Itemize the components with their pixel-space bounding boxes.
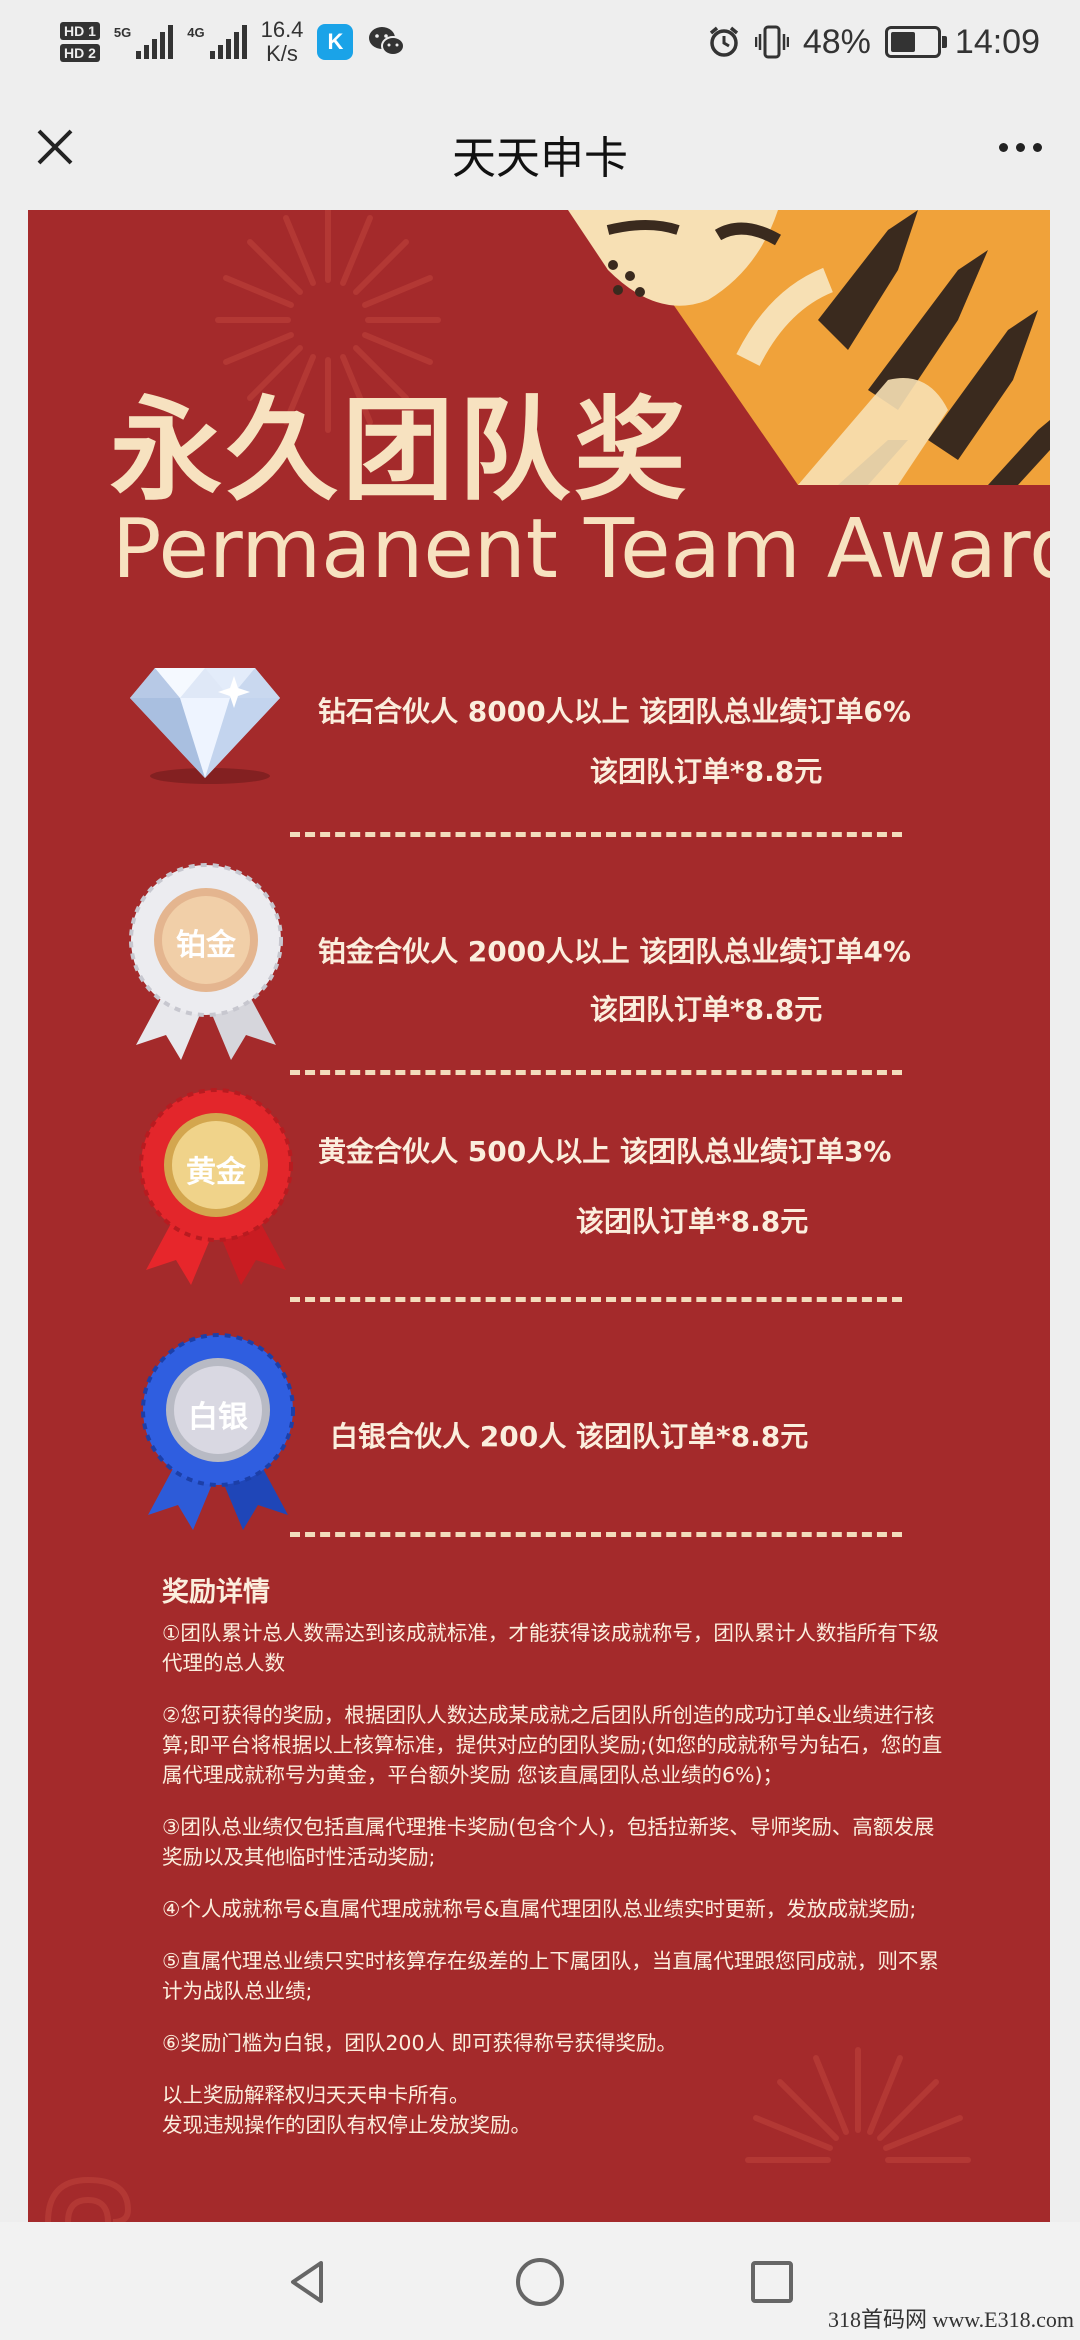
reward-detail-item: ②您可获得的奖励，根据团队人数达成某成就之后团队所创造的成功订单&业绩进行核算;… xyxy=(162,1703,943,1787)
status-left: HD 1 HD 2 5G 4G 16.4 K/s K xyxy=(60,10,407,74)
status-bar: HD 1 HD 2 5G 4G 16.4 K/s K 48% 14:09 xyxy=(0,0,1080,84)
tier-platinum: 铂金 铂金合伙人 2000人以上 该团队总业绩订单4% 该团队订单*8.8元 xyxy=(28,860,1050,1090)
more-dot xyxy=(1032,142,1042,152)
more-dot xyxy=(998,142,1008,152)
reward-detail-item: ④个人成就称号&直属代理成就称号&直属代理团队总业绩实时更新，发放成就奖励; xyxy=(162,1897,917,1921)
recents-icon xyxy=(751,2261,793,2303)
divider xyxy=(290,1070,902,1075)
k-app-icon: K xyxy=(317,24,354,60)
network-speed: 16.4 K/s xyxy=(260,17,304,66)
divider xyxy=(290,1297,902,1302)
divider xyxy=(290,832,902,837)
back-icon xyxy=(291,2261,323,2303)
signal-4g-icon: 4G xyxy=(187,25,247,59)
tier-diamond-text: 钻石合伙人 8000人以上 该团队总业绩订单6% xyxy=(318,695,911,728)
status-right: 48% 14:09 xyxy=(707,10,1040,74)
diamond-icon xyxy=(130,668,280,784)
reward-detail-item: ①团队累计总人数需达到该成就标准，才能获得该成就称号，团队累计人数指所有下级代理… xyxy=(162,1621,939,1675)
tier-gold-order: 该团队订单*8.8元 xyxy=(576,1205,809,1238)
headline-chinese: 永久团队奖 xyxy=(110,386,690,516)
reward-detail-item: ⑥奖励门槛为白银，团队200人 即可获得称号获得奖励。 xyxy=(162,2031,678,2055)
tier-platinum-order: 该团队订单*8.8元 xyxy=(590,993,823,1026)
signal-5g-icon: 5G xyxy=(114,25,174,59)
more-menu-button[interactable] xyxy=(980,114,1060,180)
battery-icon xyxy=(884,26,947,58)
watermark: 318首码网 www.E318.com xyxy=(827,2307,1074,2332)
tier-diamond: 钻石合伙人 8000人以上 该团队总业绩订单6% 该团队订单*8.8元 xyxy=(28,650,1050,870)
back-button[interactable] xyxy=(278,2252,338,2312)
tier-diamond-order: 该团队订单*8.8元 xyxy=(590,755,823,788)
wechat-icon xyxy=(369,27,406,56)
home-icon xyxy=(516,2258,564,2306)
hd2-badge: HD 2 xyxy=(60,44,100,62)
title-bar: 天天申卡 xyxy=(0,84,1080,210)
award-poster: 永久团队奖 Permanent Team Award 钻石合伙人 8000人以上… xyxy=(28,210,1050,2222)
headline-english: Permanent Team Award xyxy=(112,502,1050,597)
tier-silver-text: 白银合伙人 200人 该团队订单*8.8元 xyxy=(330,1420,809,1453)
hd-indicators: HD 1 HD 2 xyxy=(60,22,100,62)
medal-label-silver: 白银 xyxy=(188,1400,248,1435)
hd1-badge: HD 1 xyxy=(60,22,100,40)
recents-button[interactable] xyxy=(742,2252,802,2312)
reward-detail-item: ⑤直属代理总业绩只实时核算存在级差的上下属团队，当直属代理跟您同成就，则不累计为… xyxy=(162,1949,939,2003)
alarm-icon xyxy=(709,26,738,57)
system-nav-bar: 318首码网 www.E318.com xyxy=(0,2222,1080,2340)
reward-details: ①团队累计总人数需达到该成就标准，才能获得该成就称号，团队累计人数指所有下级代理… xyxy=(162,1618,952,2162)
reward-details-title: 奖励详情 xyxy=(162,1577,270,1608)
medal-label-platinum: 铂金 xyxy=(176,928,236,963)
tier-silver: 白银 白银合伙人 200人 该团队订单*8.8元 xyxy=(28,1320,1050,1550)
home-button[interactable] xyxy=(510,2252,570,2312)
more-dot xyxy=(1015,142,1025,152)
reward-detail-item: ③团队总业绩仅包括直属代理推卡奖励(包含个人)，包括拉新奖、导师奖励、高额发展奖… xyxy=(162,1815,935,1869)
page-title: 天天申卡 xyxy=(452,133,628,184)
medal-label-gold: 黄金 xyxy=(186,1155,246,1190)
tier-platinum-text: 铂金合伙人 2000人以上 该团队总业绩订单4% xyxy=(318,935,911,968)
tier-gold-text: 黄金合伙人 500人以上 该团队总业绩订单3% xyxy=(318,1135,892,1168)
tier-gold: 黄金 黄金合伙人 500人以上 该团队总业绩订单3% 该团队订单*8.8元 xyxy=(28,1085,1050,1315)
clock: 14:09 xyxy=(954,22,1040,61)
divider xyxy=(290,1532,902,1537)
vibrate-icon xyxy=(754,25,789,59)
battery-percent: 48% xyxy=(802,22,871,61)
reward-disclaimer: 以上奖励解释权归天天申卡所有。 发现违规操作的团队有权停止发放奖励。 xyxy=(162,2083,531,2137)
